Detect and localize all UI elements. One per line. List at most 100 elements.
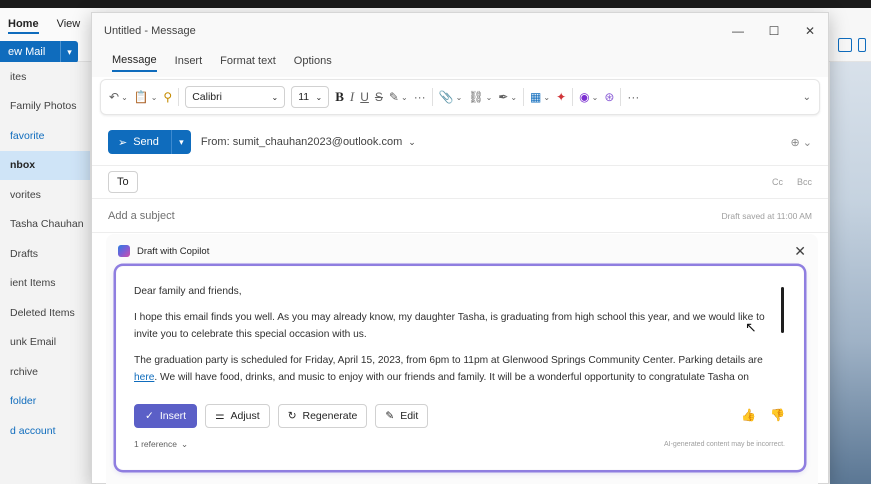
para2-start: The graduation party is scheduled for Fr… [134, 355, 763, 366]
para2-end: . We will have food, drinks, and music t… [154, 372, 749, 383]
folder-junk-email[interactable]: unk Email [0, 328, 90, 358]
references-toggle[interactable]: 1 reference ⌄ [134, 439, 188, 450]
tab-format-text[interactable]: Format text [220, 55, 276, 71]
folder-family-photos[interactable]: Family Photos [0, 92, 90, 122]
italic-icon[interactable]: I [350, 89, 354, 105]
minimize-button[interactable]: — [720, 13, 756, 49]
link-icon[interactable]: ⛓ ⌄ [468, 90, 492, 104]
references-label: 1 reference [134, 439, 177, 449]
bold-icon[interactable]: B [335, 89, 344, 105]
regenerate-label: Regenerate [302, 410, 358, 422]
copilot-panel: Draft with Copilot ✕ Dear family and fri… [106, 234, 818, 484]
divider [572, 88, 574, 106]
send-main[interactable]: ➢ Send [108, 130, 171, 154]
underline-icon[interactable]: U [360, 90, 369, 104]
folder-favorites[interactable]: ites [0, 62, 90, 92]
more-icon[interactable]: ··· [414, 90, 426, 104]
folder-create-folder[interactable]: folder [0, 387, 90, 417]
adjust-label: Adjust [230, 410, 260, 422]
chevron-down-icon[interactable]: ▾ [60, 41, 78, 63]
subject-input[interactable]: Add a subject [108, 210, 721, 222]
folder-drafts[interactable]: Drafts [0, 239, 90, 269]
tab-insert[interactable]: Insert [175, 55, 203, 71]
thumbs-down-icon[interactable]: 👎 [770, 408, 785, 422]
adjust-button[interactable]: ⚌ Adjust [205, 404, 270, 428]
parking-link[interactable]: here [134, 372, 154, 383]
attach-icon[interactable]: 📎 ⌄ [439, 90, 463, 104]
copilot-icon [118, 245, 130, 257]
font-name: Calibri [192, 91, 222, 103]
chevron-down-icon[interactable]: ⌄ [803, 92, 811, 103]
reading-pane-background [830, 8, 871, 484]
from-address: From: sumit_chauhan2023@outlook.com [200, 136, 403, 148]
folder-add-favorite[interactable]: favorite [0, 121, 90, 151]
folder-favorites-group[interactable]: vorites [0, 180, 90, 210]
folder-tasha-chauhan[interactable]: Tasha Chauhan [0, 210, 90, 240]
divider [620, 88, 622, 106]
paste-icon[interactable]: 📋 ⌄ [134, 90, 158, 104]
draft-paragraph-1: I hope this email finds you well. As you… [134, 312, 765, 340]
folder-inbox[interactable]: nbox [0, 150, 90, 180]
layout-icon-2[interactable] [858, 38, 866, 52]
outlook-tabs: Home View [8, 18, 80, 34]
zoom-icon[interactable]: ⊕ ⌄ [791, 136, 813, 149]
folder-archive[interactable]: rchive [0, 357, 90, 387]
font-family-select[interactable]: Calibri ⌄ [185, 86, 286, 108]
cc-bcc: Cc Bcc [772, 177, 812, 187]
highlight-icon[interactable]: ✎ ⌄ [389, 90, 408, 104]
send-button[interactable]: ➢ Send ▾ [108, 130, 191, 154]
regenerate-button[interactable]: ↻ Regenerate [277, 404, 368, 428]
draft-scrollbar[interactable] [781, 287, 784, 333]
format-painter-icon[interactable]: ⚲ [163, 90, 172, 104]
from-field[interactable]: From: sumit_chauhan2023@outlook.com ⌄ [201, 136, 791, 148]
signature-icon[interactable]: ✒ ⌄ [498, 90, 517, 104]
draft-text[interactable]: Dear family and friends, I hope this ema… [134, 283, 782, 383]
folder-sent-items[interactable]: ient Items [0, 269, 90, 299]
tab-options[interactable]: Options [294, 55, 332, 71]
ai-disclaimer: AI-generated content may be incorrect. [663, 441, 785, 448]
divider [178, 88, 180, 106]
folder-add-account[interactable]: d account [0, 416, 90, 446]
insert-label: Insert [159, 410, 187, 422]
draft-paragraph-2: The graduation party is scheduled for Fr… [134, 352, 782, 383]
layout-icon[interactable] [838, 38, 852, 52]
bcc-button[interactable]: Bcc [797, 177, 812, 187]
divider [523, 88, 525, 106]
font-size-select[interactable]: 11 ⌄ [291, 86, 330, 108]
folder-pane: ites Family Photos favorite nbox vorites… [0, 62, 90, 484]
copilot-title: Draft with Copilot [137, 245, 210, 257]
copilot-header: Draft with Copilot ✕ [106, 234, 818, 268]
check-icon: ✓ [145, 410, 154, 422]
overflow-icon[interactable]: ··· [627, 90, 639, 104]
chevron-down-icon[interactable]: ▾ [170, 130, 191, 154]
designer-icon[interactable]: ✦ [556, 90, 566, 104]
maximize-button[interactable]: ☐ [756, 13, 792, 49]
close-button[interactable]: ✕ [792, 13, 828, 49]
to-button[interactable]: To [108, 171, 138, 193]
to-row: To Cc Bcc [92, 165, 828, 199]
close-icon[interactable]: ✕ [794, 243, 806, 260]
cc-button[interactable]: Cc [772, 177, 783, 187]
insert-button[interactable]: ✓ Insert [134, 404, 198, 428]
copilot-icon[interactable]: ◉ ⌄ [579, 90, 598, 104]
chevron-down-icon: ⌄ [271, 92, 279, 102]
tab-home[interactable]: Home [8, 18, 39, 34]
new-mail-button[interactable]: ew Mail ▾ [0, 41, 78, 63]
table-icon[interactable]: ▦ ⌄ [530, 90, 550, 104]
right-ribbon [830, 8, 871, 62]
tab-message[interactable]: Message [112, 54, 157, 72]
refresh-icon: ↻ [287, 410, 297, 422]
pencil-icon: ✎ [385, 410, 395, 422]
strikethrough-icon[interactable]: S [375, 90, 383, 104]
edit-button[interactable]: ✎ Edit [375, 404, 429, 428]
loop-icon[interactable]: ⊛ [604, 90, 614, 104]
from-row: ➢ Send ▾ From: sumit_chauhan2023@outlook.… [92, 119, 828, 165]
folder-deleted-items[interactable]: Deleted Items [0, 298, 90, 328]
thumbs-up-icon[interactable]: 👍 [741, 408, 756, 422]
tab-view[interactable]: View [57, 18, 81, 34]
chevron-down-icon: ⌄ [181, 439, 189, 449]
undo-icon[interactable]: ↶ ⌄ [109, 90, 128, 104]
subject-row: Add a subject Draft saved at 11:00 AM [92, 199, 828, 233]
send-icon: ➢ [118, 136, 128, 149]
feedback: 👍 👎 [741, 408, 785, 422]
